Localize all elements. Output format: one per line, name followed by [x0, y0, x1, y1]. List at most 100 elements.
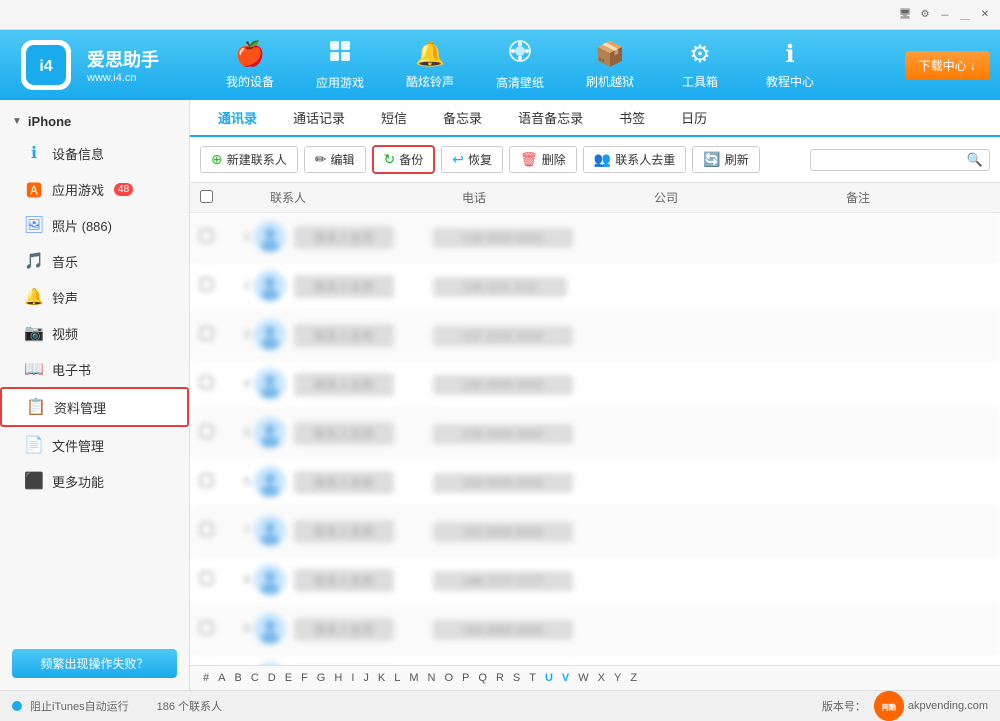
edit-button[interactable]: ✏ 编辑: [304, 146, 366, 173]
restore-button[interactable]: ＿: [958, 8, 972, 22]
table-row[interactable]: 5 联系人名称 136 4444 4444: [190, 409, 1000, 458]
letter-k[interactable]: K: [375, 670, 388, 686]
letter-u[interactable]: U: [542, 670, 556, 686]
letter-hash[interactable]: #: [200, 670, 212, 686]
sidebar-item-file-manage[interactable]: 📄 文件管理: [0, 427, 189, 463]
new-contact-button[interactable]: ⊕ 新建联系人: [200, 146, 298, 173]
tab-contacts[interactable]: 通讯录: [200, 100, 275, 137]
letter-s[interactable]: S: [510, 670, 523, 686]
letter-c[interactable]: C: [248, 670, 262, 686]
letter-h[interactable]: H: [331, 670, 345, 686]
letter-x[interactable]: X: [595, 670, 608, 686]
backup-button[interactable]: ↻ 备份: [372, 145, 436, 174]
row-checkbox[interactable]: [200, 278, 213, 291]
plus-icon: ⊕: [211, 151, 223, 168]
table-row[interactable]: 7 联系人名称 152 6666 6666: [190, 507, 1000, 556]
nav-tab-jailbreak[interactable]: 📦 刷机越狱: [565, 30, 655, 100]
letter-w[interactable]: W: [575, 670, 591, 686]
close-button[interactable]: ✕: [978, 8, 992, 22]
apps-icon: 🅰: [24, 179, 44, 199]
letter-o[interactable]: O: [441, 670, 456, 686]
letter-m[interactable]: M: [406, 670, 421, 686]
select-all-checkbox[interactable]: [200, 190, 213, 203]
sidebar-item-device-info[interactable]: ℹ 设备信息: [0, 135, 189, 171]
sidebar-item-ringtone[interactable]: 🔔 铃声: [0, 279, 189, 315]
nav-tab-ringtone[interactable]: 🔔 酷炫铃声: [385, 30, 475, 100]
tab-bookmarks[interactable]: 书签: [601, 100, 663, 137]
table-row[interactable]: 10 联系人名称 177 9999 9999: [190, 654, 1000, 665]
nav-tab-my-device[interactable]: 🍎 我的设备: [205, 30, 295, 100]
row-checkbox[interactable]: [200, 376, 213, 389]
sidebar-item-photos[interactable]: 🖼 照片 (886): [0, 207, 189, 243]
sidebar-label-video: 视频: [52, 324, 78, 343]
delete-button[interactable]: 🗑 删除: [509, 146, 577, 173]
search-input[interactable]: [817, 153, 967, 167]
app-url: www.i4.cn: [87, 72, 159, 84]
letter-t[interactable]: T: [526, 670, 539, 686]
refresh-button[interactable]: 🔄 刷新: [692, 146, 759, 173]
letter-v[interactable]: V: [559, 670, 572, 686]
sidebar-item-more[interactable]: ⬛ 更多功能: [0, 463, 189, 499]
table-row[interactable]: 6 联系人名称 158 5555 5555: [190, 458, 1000, 507]
dedup-button[interactable]: 👥 联系人去重: [583, 146, 686, 173]
video-icon: 📷: [24, 323, 44, 343]
nav-tab-tools[interactable]: ⚙ 工具箱: [655, 30, 745, 100]
sidebar-item-ebook[interactable]: 📖 电子书: [0, 351, 189, 387]
search-box[interactable]: 🔍: [810, 149, 990, 171]
sidebar-item-app-games[interactable]: 🅰 应用游戏 48: [0, 171, 189, 207]
tab-voice-notes[interactable]: 语音备忘录: [500, 100, 601, 137]
app-icon: [328, 39, 352, 70]
letter-i[interactable]: I: [348, 670, 357, 686]
nav-tab-tutorial[interactable]: ℹ 教程中心: [745, 30, 835, 100]
row-checkbox[interactable]: [200, 523, 213, 536]
table-row[interactable]: 2 联系人名称 139 1111 1111: [190, 262, 1000, 311]
letter-l[interactable]: L: [391, 670, 403, 686]
letter-y[interactable]: Y: [611, 670, 624, 686]
row-checkbox[interactable]: [200, 572, 213, 585]
letter-e[interactable]: E: [282, 670, 295, 686]
sidebar-device[interactable]: ▼ iPhone: [0, 108, 189, 135]
row-checkbox[interactable]: [200, 229, 213, 242]
bell-icon: 🔔: [415, 40, 445, 69]
letter-q[interactable]: Q: [475, 670, 490, 686]
nav-tab-app-games[interactable]: 应用游戏: [295, 30, 385, 100]
more-icon: ⬛: [24, 471, 44, 491]
letter-b[interactable]: B: [231, 670, 244, 686]
row-checkbox[interactable]: [200, 474, 213, 487]
help-button[interactable]: 频繁出现操作失败？: [12, 649, 177, 678]
letter-f[interactable]: F: [298, 670, 311, 686]
nav-tab-tools-label: 工具箱: [682, 73, 718, 90]
tab-calendar[interactable]: 日历: [663, 100, 725, 137]
restore-icon: ↩: [452, 151, 464, 168]
row-checkbox[interactable]: [200, 621, 213, 634]
letter-r[interactable]: R: [493, 670, 507, 686]
tab-notes[interactable]: 备忘录: [425, 100, 500, 137]
tab-call-log[interactable]: 通话记录: [275, 100, 363, 137]
refresh-label: 刷新: [725, 151, 749, 168]
row-checkbox[interactable]: [200, 327, 213, 340]
download-button[interactable]: 下载中心 ↓: [905, 51, 990, 80]
restore-button[interactable]: ↩ 恢复: [441, 146, 503, 173]
sidebar-item-video[interactable]: 📷 视频: [0, 315, 189, 351]
table-row[interactable]: 1 联系人名称 138 0000 0000: [190, 213, 1000, 262]
letter-a[interactable]: A: [215, 670, 228, 686]
tab-sms[interactable]: 短信: [363, 100, 425, 137]
letter-n[interactable]: N: [425, 670, 439, 686]
table-row[interactable]: 3 联系人名称 137 2222 2222: [190, 311, 1000, 360]
row-checkbox[interactable]: [200, 425, 213, 438]
table-row[interactable]: 4 联系人名称 150 3333 3333: [190, 360, 1000, 409]
sidebar-item-music[interactable]: 🎵 音乐: [0, 243, 189, 279]
sidebar-item-data-manage[interactable]: 📋 资料管理: [0, 387, 189, 427]
letter-j[interactable]: J: [360, 670, 372, 686]
nav-tab-wallpaper[interactable]: 高清壁纸: [475, 30, 565, 100]
letter-g[interactable]: G: [314, 670, 329, 686]
letter-d[interactable]: D: [265, 670, 279, 686]
table-row[interactable]: 9 联系人名称 189 8888 8888: [190, 605, 1000, 654]
table-row[interactable]: 8 联系人名称 186 7777 7777: [190, 556, 1000, 605]
letter-z[interactable]: Z: [627, 670, 640, 686]
col-contact-header: 联系人: [230, 189, 462, 206]
minimize-button[interactable]: －: [938, 8, 952, 22]
sidebar-label-ebook: 电子书: [52, 360, 91, 379]
new-contact-label: 新建联系人: [227, 151, 287, 168]
letter-p[interactable]: P: [459, 670, 472, 686]
